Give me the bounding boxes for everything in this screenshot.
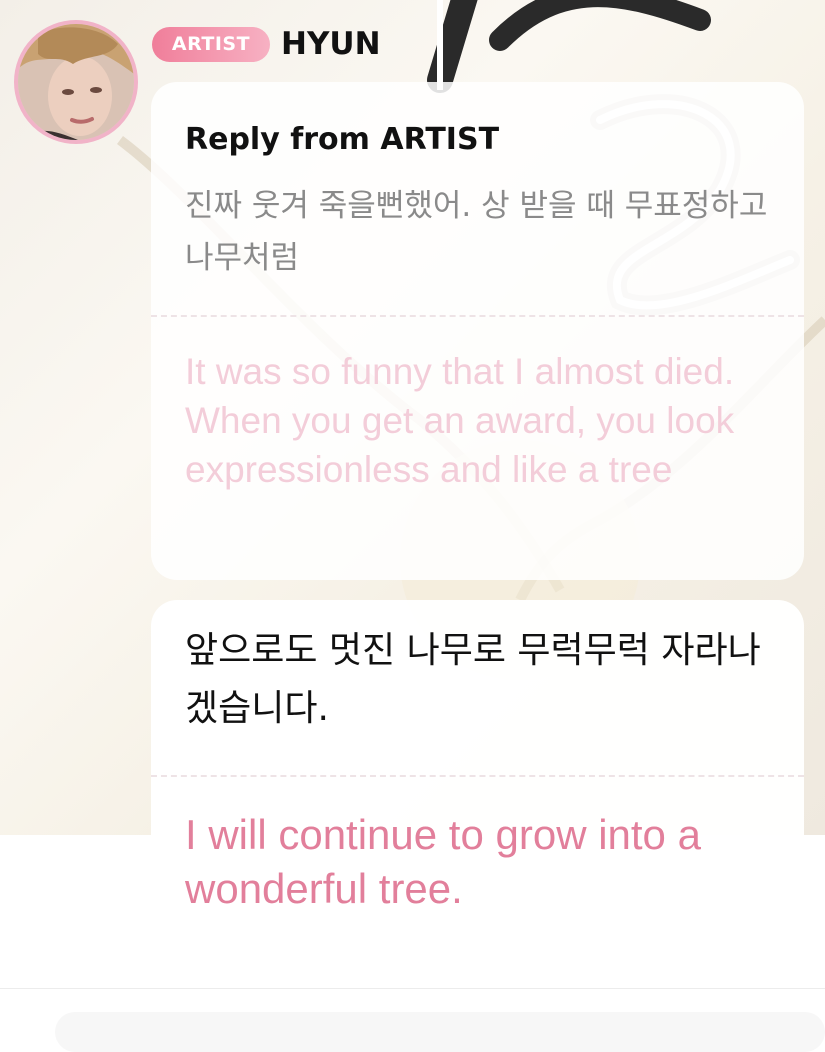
comment-input[interactable] — [55, 1012, 825, 1052]
avatar-photo — [18, 24, 134, 140]
reply-card[interactable]: Reply from ARTIST 진짜 웃겨 죽을뻔했어. 상 받을 때 무표… — [151, 82, 804, 580]
reply-original-text: 진짜 웃겨 죽을뻔했어. 상 받을 때 무표정하고 나무처럼 — [185, 188, 768, 276]
message-translation: I will continue to grow into a wonderful… — [185, 811, 701, 912]
message-text: 앞으로도 멋진 나무로 무럭무럭 자라나겠습니다. — [185, 630, 761, 729]
avatar[interactable] — [14, 20, 138, 144]
divider-dashed — [151, 315, 804, 317]
artist-badge: ARTIST — [152, 27, 270, 62]
artist-name[interactable]: HYUN — [281, 24, 381, 64]
message-card[interactable]: 앞으로도 멋진 나무로 무럭무럭 자라나겠습니다. I will continu… — [151, 600, 804, 940]
reply-header: Reply from ARTIST — [185, 122, 500, 157]
divider-dashed — [151, 775, 804, 777]
reply-translation: It was so funny that I almost died. When… — [185, 351, 735, 490]
divider — [0, 988, 825, 989]
